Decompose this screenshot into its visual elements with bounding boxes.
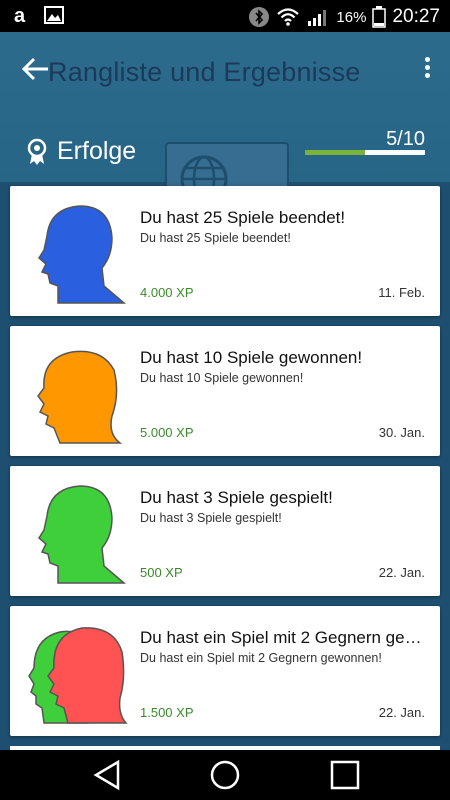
achievement-card[interactable]: Du hast 10 Spiele gewonnen! Du hast 10 S…	[10, 326, 440, 456]
clock: 20:27	[392, 6, 440, 27]
overflow-menu-icon[interactable]	[422, 54, 432, 82]
achievement-xp: 1.500 XP	[140, 705, 194, 720]
male-profile-icon	[38, 485, 127, 584]
page-title: Rangliste und Ergebnisse	[48, 57, 361, 87]
achievement-xp: 5.000 XP	[140, 425, 194, 440]
achievements-progress-bar	[305, 150, 425, 155]
achievement-card[interactable]: Du hast 25 Spiele beendet! Du hast 25 Sp…	[10, 186, 440, 316]
achievement-date: 22. Jan.	[378, 565, 425, 580]
battery-icon	[372, 6, 387, 28]
achievement-xp: 500 XP	[140, 565, 183, 580]
achievement-xp: 4.000 XP	[140, 285, 194, 300]
achievement-title: Du hast 10 Spiele gewonnen!	[140, 348, 363, 367]
award-ribbon-icon	[27, 138, 47, 165]
progress-fill	[305, 150, 365, 155]
status-bar: a 16% 20:27	[0, 0, 450, 32]
wifi-icon	[277, 8, 300, 26]
male-profile-icon	[38, 205, 127, 304]
achievement-date: 22. Jan.	[378, 705, 425, 720]
signal-icon	[308, 10, 327, 26]
achievement-date: 11. Feb.	[378, 285, 425, 300]
achievement-date: 30. Jan.	[378, 425, 425, 440]
achievement-card[interactable]: Du hast 3 Spiele gespielt! Du hast 3 Spi…	[10, 466, 440, 596]
achievement-title: Du hast ein Spiel mit 2 Gegnern gewonnen…	[140, 628, 430, 647]
female-profile-icon	[37, 350, 123, 444]
nav-recents-icon[interactable]	[325, 758, 365, 792]
amazon-app-icon: a	[14, 5, 26, 25]
nav-back-icon[interactable]	[88, 758, 128, 792]
image-notification-icon	[44, 6, 64, 24]
achievements-progress-count: 5/10	[386, 128, 425, 150]
achievement-title: Du hast 3 Spiele gespielt!	[140, 488, 333, 507]
achievement-description: Du hast 10 Spiele gewonnen!	[140, 371, 304, 385]
bluetooth-icon	[249, 7, 270, 27]
achievement-card[interactable]: Du hast ein Spiel mit 2 Gegnern gewonnen…	[10, 606, 440, 736]
achievements-section-header: Erfolge	[25, 137, 136, 166]
achievement-description: Du hast 25 Spiele beendet!	[140, 231, 291, 245]
achievement-description: Du hast 3 Spiele gespielt!	[140, 511, 282, 525]
svg-text:a: a	[14, 5, 26, 25]
achievement-list[interactable]: Du hast 25 Spiele beendet! Du hast 25 Sp…	[0, 182, 450, 750]
nav-home-icon[interactable]	[205, 758, 245, 792]
battery-percent: 16%	[336, 8, 367, 26]
system-navigation-bar	[0, 750, 450, 800]
achievement-title: Du hast 25 Spiele beendet!	[140, 208, 346, 227]
two-profiles-icon	[28, 627, 128, 724]
achievements-label: Erfolge	[57, 137, 137, 165]
achievement-description: Du hast ein Spiel mit 2 Gegnern gewonnen…	[140, 651, 382, 665]
app-header: Rangliste und Ergebnisse Erfolge 5/10	[0, 32, 450, 216]
